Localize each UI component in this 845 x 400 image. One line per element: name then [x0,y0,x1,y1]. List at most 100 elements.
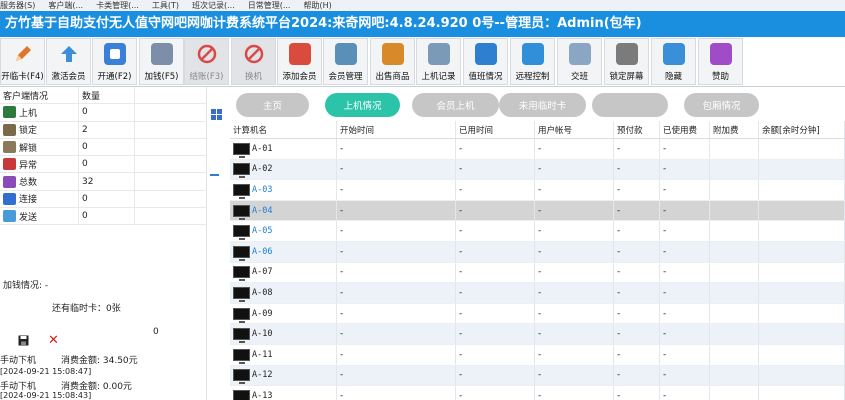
list-item: 手动下机 消费金额: 34.50元 [0,353,206,367]
grid-header: 计算机名 开始时间 已用时间 用户帐号 预付款 已使用费 附加费 余额[余时分钟] [230,121,845,139]
add-user-icon [288,43,311,65]
column-header[interactable]: 附加费 [710,121,759,138]
pencil-icon [12,43,34,65]
status-table-header: 客户端情况 数量 [0,87,206,105]
toolbar-button-7[interactable]: 会员管理 [323,38,368,85]
toolbar-button-6[interactable]: 添加会员 [277,38,322,85]
grid-cell: - [535,324,614,344]
tab-4[interactable] [592,93,668,117]
toolbar-button-10[interactable]: 值班情况 [463,38,508,85]
status-label-cell: 解锁 [0,138,79,156]
table-row[interactable]: A-10- - - - - [230,324,845,345]
status-label-cell: 上机 [0,104,79,121]
column-header[interactable]: 用户帐号 [535,121,614,138]
toolbar-button-2[interactable]: 开通(F2) [92,38,137,85]
monitor-icon [233,307,250,323]
menu-item-daily[interactable]: 日常管理(... [248,0,291,11]
table-row[interactable]: A-06- - - - - [230,242,845,263]
table-row[interactable]: A-05- - - - - [230,221,845,242]
table-row[interactable]: 总数 32 [0,173,206,191]
table-row[interactable]: A-01- - - - - [230,139,845,160]
toolbar-button-3[interactable]: 加钱(F5) [139,38,184,85]
grid-cell [710,200,759,221]
menu-item-server[interactable]: 服务器(S) [0,0,35,11]
toolbar-button-9[interactable]: 上机记录 [416,38,461,85]
computer-name: A-04 [252,205,273,216]
grid-cell: - [456,365,535,386]
tab-2[interactable]: 会员上机 [412,93,499,117]
tab-5[interactable]: 包厢情况 [684,93,759,117]
grid-cell: - [456,303,535,324]
menu-item-client[interactable]: 客户端(... [48,0,83,11]
menu-item-shift[interactable]: 班次记录(... [192,0,235,11]
save-icon[interactable] [18,335,32,347]
grid-cell: - [660,200,710,221]
grid-menu-icon[interactable] [211,109,222,123]
toolbar-button-13[interactable]: 锁定屏幕 [604,38,649,85]
tab-3[interactable]: 未用临时卡 [499,93,586,117]
grid-cell: - [660,345,710,365]
table-row[interactable]: 连接 0 [0,190,206,209]
toolbar-button-4[interactable]: 结账(F3) [184,38,229,85]
computer-name-cell: A-07 [230,262,337,283]
table-row[interactable]: A-08- - - - - [230,283,845,304]
grid-cell: - [337,283,456,303]
toolbar-button-label: 换机 [244,72,262,82]
lock-icon [615,43,638,65]
tab-0[interactable]: 主页 [236,93,309,117]
column-header[interactable]: 开始时间 [337,121,456,138]
error-icon [3,158,16,171]
toolbar-button-12[interactable]: 交班 [557,38,602,85]
grid-cell [710,221,759,241]
menu-item-help[interactable]: 帮助(H) [303,0,331,11]
table-row[interactable]: A-12- - - - - [230,365,845,387]
list-item: 手动下机 消费金额: 0.00元 [0,379,206,392]
grid-cell [710,303,759,324]
table-row[interactable]: 上机 0 [0,104,206,122]
toolbar-button-14[interactable]: 隐藏 [651,38,696,85]
computer-name-cell: A-10 [230,324,337,344]
client-status-table: 客户端情况 数量 上机 0 锁定 2 解锁 0 异常 0 总数 32 连接 0 发送 0 [0,87,206,226]
table-row[interactable]: A-11- - - - - [230,345,845,366]
table-row[interactable]: A-09- - - - - [230,303,845,325]
grid-cell: - [614,221,660,241]
menu-item-tools[interactable]: 工具(T) [152,0,179,11]
computer-name: A-01 [252,143,273,154]
column-header[interactable]: 余额[余时分钟] [759,121,845,138]
table-row[interactable]: 锁定 2 [0,121,206,139]
no-entry-icon [243,43,265,65]
column-header[interactable]: 已使用费 [660,121,710,138]
table-row[interactable]: A-04- - - - - [230,200,845,222]
window-title: 方竹基于自助支付无人值守网吧网咖计费系统平台2024:来奇网吧:4.8.24.9… [0,11,845,37]
table-row[interactable]: A-13- - - - - [230,386,845,400]
table-row[interactable]: A-07- - - - - [230,262,845,284]
tab-1[interactable]: 上机情况 [325,93,400,117]
toolbar-button-label: 开通(F2) [97,72,132,82]
computer-name: A-02 [252,164,273,175]
grid-cell: - [337,221,456,241]
column-header[interactable]: 预付款 [614,121,660,138]
status-count: 0 [79,138,135,156]
table-row[interactable]: 异常 0 [0,156,206,174]
toolbar-button-5[interactable]: 换机 [231,38,276,85]
toolbar-button-15[interactable]: 赞助 [698,38,743,85]
toolbar-button-11[interactable]: 远程控制 [510,38,555,85]
column-header[interactable]: 计算机名 [230,121,337,138]
grid-cell [759,242,845,262]
toolbar-button-1[interactable]: 激活会员 [46,38,91,85]
close-icon[interactable]: ✕ [48,333,62,348]
table-row[interactable]: A-02- - - - - [230,159,845,181]
column-header[interactable]: 已用时间 [456,121,535,138]
table-row[interactable]: 发送 0 [0,208,206,226]
computer-name: A-10 [252,329,273,340]
grid-cell: - [614,139,660,159]
toolbar-button-0[interactable]: 开临卡(F4) [0,38,45,85]
grid-cell: - [614,200,660,221]
toolbar-button-8[interactable]: 出售商品 [370,38,415,85]
table-row[interactable]: A-03- - - - - [230,180,845,201]
menu-item-card[interactable]: 卡类管理(... [96,0,139,11]
monitor-icon [233,389,250,400]
computer-name: A-07 [252,267,273,278]
grid-cell: - [337,345,456,365]
table-row[interactable]: 解锁 0 [0,138,206,157]
